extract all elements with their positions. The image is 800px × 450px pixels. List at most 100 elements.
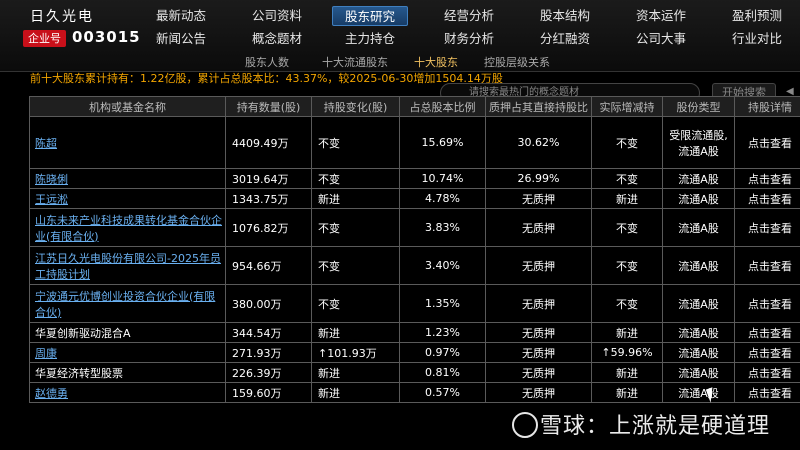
share-ratio: 0.57% <box>425 386 460 399</box>
share-ratio: 10.74% <box>421 172 464 185</box>
holding-change: 不变 <box>318 259 340 273</box>
pledge-ratio: 无质押 <box>522 326 555 340</box>
shareholder-link[interactable]: 陈晓俐 <box>35 173 68 186</box>
share-ratio: 4.78% <box>425 192 460 205</box>
view-detail-link[interactable]: 点击查看 <box>748 367 792 380</box>
view-detail-link[interactable]: 点击查看 <box>748 173 792 186</box>
share-ratio: 0.81% <box>425 366 460 379</box>
share-type-cell: 流通A股 <box>662 284 735 323</box>
shareholder-link-cell: 山东未来产业科技成果转化基金合伙企业(有限合伙) <box>29 208 226 247</box>
actual-change-cell: 新进 <box>591 382 663 403</box>
nav-item[interactable]: 资本运作 <box>620 6 702 26</box>
pledge-ratio-cell: 无质押 <box>485 284 592 323</box>
shareholder-link[interactable]: 周康 <box>35 347 57 360</box>
stock-header: 日久光电 企业号 003015 最新动态 公司资料 股东研究 经营分析 股本结构 资本运作… <box>0 0 800 72</box>
share-ratio-cell: 0.97% <box>399 342 486 363</box>
nav-item[interactable]: 分红融资 <box>524 29 606 49</box>
actual-change: ↑59.96% <box>601 346 653 359</box>
holding-change-cell: 新进 <box>311 362 400 383</box>
shareholder-link[interactable]: 山东未来产业科技成果转化基金合伙企业(有限合伙) <box>35 214 222 243</box>
view-detail-link[interactable]: 点击查看 <box>748 222 792 235</box>
view-detail-link[interactable]: 点击查看 <box>748 347 792 360</box>
shareholder-link[interactable]: 宁波通元优博创业投资合伙企业(有限合伙) <box>35 290 215 319</box>
shareholder-name: 华夏创新驱动混合A <box>35 326 131 340</box>
holding-quantity-cell: 954.66万 <box>225 246 312 285</box>
share-type-cell: 流通A股 <box>662 362 735 383</box>
shareholder-link-cell: 王远淞 <box>29 188 226 209</box>
actual-change-cell: 新进 <box>591 322 663 343</box>
holding-quantity-cell: 3019.64万 <box>225 168 312 189</box>
share-type: 流通A股 <box>678 346 719 360</box>
share-type: 流通A股 <box>678 192 719 206</box>
column-header: 持股变化(股) <box>311 96 400 117</box>
holding-quantity-cell: 226.39万 <box>225 362 312 383</box>
pledge-ratio: 无质押 <box>522 346 555 360</box>
holding-change: 不变 <box>318 221 340 235</box>
nav-item[interactable]: 行业对比 <box>716 29 798 49</box>
share-type-cell: 流通A股 <box>662 168 735 189</box>
table-row: 江苏日久光电股份有限公司-2025年员工持股计划 954.66万 不变 3.40% 无质… <box>29 246 800 285</box>
share-type-cell: 流通A股 <box>662 208 735 247</box>
column-header: 机构或基金名称 <box>29 96 226 117</box>
shareholder-link[interactable]: 王远淞 <box>35 193 68 206</box>
pledge-ratio: 无质押 <box>522 297 555 311</box>
column-header: 持有数量(股) <box>225 96 312 117</box>
nav-item[interactable]: 股本结构 <box>524 6 606 26</box>
holding-quantity: 271.93万 <box>232 346 282 360</box>
shareholder-link-cell: 宁波通元优博创业投资合伙企业(有限合伙) <box>29 284 226 323</box>
table-row: 宁波通元优博创业投资合伙企业(有限合伙) 380.00万 不变 1.35% 无质押 不变 流… <box>29 284 800 323</box>
table-row: 华夏创新驱动混合A 344.54万 新进 1.23% 无质押 新进 流通A股 点击查看 <box>29 322 800 343</box>
pledge-ratio: 26.99% <box>517 172 560 185</box>
view-detail-link[interactable]: 点击查看 <box>748 193 792 206</box>
view-detail-link-cell: 点击查看 <box>734 188 800 209</box>
view-detail-link[interactable]: 点击查看 <box>748 298 792 311</box>
pledge-ratio: 无质押 <box>522 192 555 206</box>
nav-item[interactable]: 财务分析 <box>428 29 510 49</box>
share-type: 流通A股 <box>678 221 719 235</box>
nav-item[interactable]: 概念题材 <box>236 29 318 49</box>
shareholder-link[interactable]: 江苏日久光电股份有限公司-2025年员工持股计划 <box>35 252 221 281</box>
nav-item[interactable]: 公司大事 <box>620 29 702 49</box>
holding-quantity-cell: 4409.49万 <box>225 116 312 169</box>
shareholder-link[interactable]: 陈超 <box>35 137 57 150</box>
nav-item[interactable]: 盈利预测 <box>716 6 798 26</box>
actual-change: 不变 <box>616 172 638 186</box>
nav-item[interactable]: 经营分析 <box>428 6 510 26</box>
nav-item[interactable]: 新闻公告 <box>140 29 222 49</box>
holding-quantity: 159.60万 <box>232 386 282 400</box>
column-header: 占总股本比例 <box>399 96 486 117</box>
view-detail-link[interactable]: 点击查看 <box>748 387 792 400</box>
shareholder-link-cell: 江苏日久光电股份有限公司-2025年员工持股计划 <box>29 246 226 285</box>
nav-item[interactable]: 公司资料 <box>236 6 318 26</box>
view-detail-link-cell: 点击查看 <box>734 208 800 247</box>
share-type-cell: 流通A股 <box>662 322 735 343</box>
share-type: 流通A股 <box>678 172 719 186</box>
shareholder-link[interactable]: 赵德勇 <box>35 387 68 400</box>
holding-quantity: 954.66万 <box>232 259 282 273</box>
table-row: 赵德勇 159.60万 新进 0.57% 无质押 新进 流通A股 点击查看 <box>29 382 800 403</box>
subnav-item[interactable]: 十大流通股东 <box>322 54 388 70</box>
holding-change-cell: 不变 <box>311 116 400 169</box>
nav-item[interactable]: 股东研究 <box>332 6 408 26</box>
actual-change-cell: 不变 <box>591 246 663 285</box>
share-type-cell: 流通A股 <box>662 188 735 209</box>
holding-quantity: 344.54万 <box>232 326 282 340</box>
subnav-item[interactable]: 控股层级关系 <box>484 54 550 70</box>
view-detail-link-cell: 点击查看 <box>734 246 800 285</box>
subnav-item[interactable]: 十大股东 <box>414 54 458 70</box>
subnav-item[interactable]: 股东人数 <box>245 54 289 70</box>
nav-item[interactable]: 最新动态 <box>140 6 222 26</box>
holding-change-cell: 不变 <box>311 208 400 247</box>
holding-change: ↑101.93万 <box>318 346 377 360</box>
share-ratio-cell: 0.81% <box>399 362 486 383</box>
view-detail-link[interactable]: 点击查看 <box>748 260 792 273</box>
view-detail-link[interactable]: 点击查看 <box>748 137 792 150</box>
share-type: 流通A股 <box>678 326 719 340</box>
enterprise-badge[interactable]: 企业号 <box>23 30 66 47</box>
view-detail-link-cell: 点击查看 <box>734 168 800 189</box>
pledge-ratio-cell: 无质押 <box>485 382 592 403</box>
pledge-ratio-cell: 无质押 <box>485 188 592 209</box>
view-detail-link[interactable]: 点击查看 <box>748 327 792 340</box>
nav-item[interactable]: 主力持仓 <box>332 29 408 49</box>
table-row: 王远淞 1343.75万 新进 4.78% 无质押 新进 流通A股 点击查看 <box>29 188 800 209</box>
